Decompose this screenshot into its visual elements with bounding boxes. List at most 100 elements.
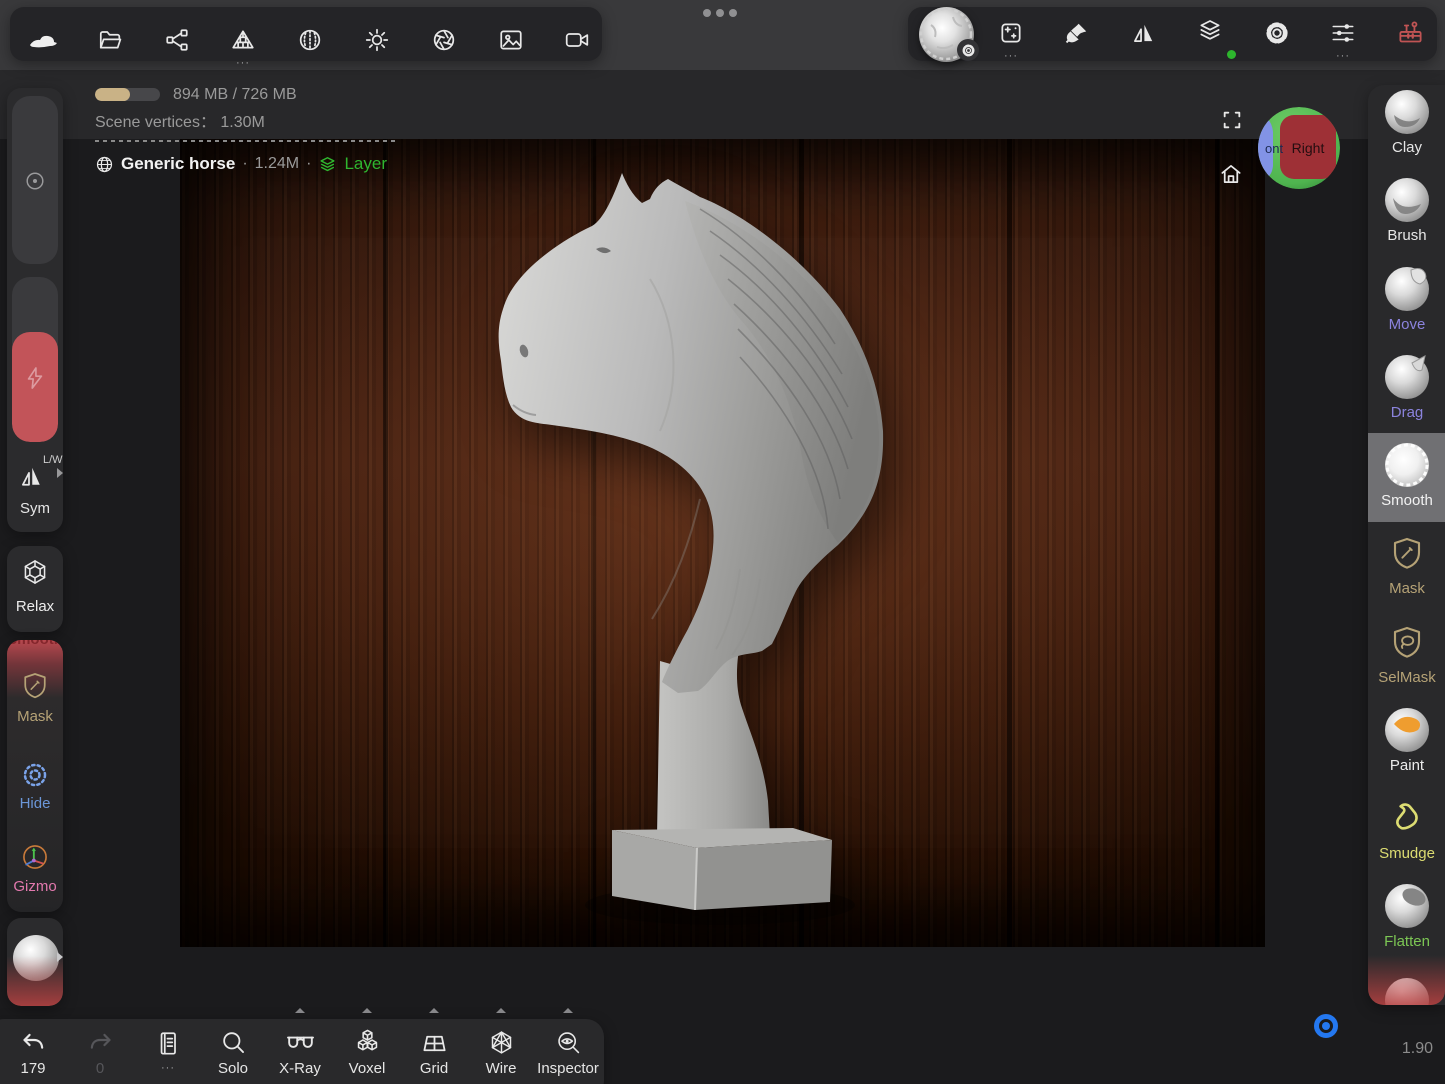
topology-more-indicator: ··· [229, 57, 257, 69]
wireframe-hexagon-icon[interactable] [487, 1028, 515, 1056]
layers-icon[interactable] [1196, 17, 1224, 45]
tool-drag[interactable] [1385, 355, 1429, 399]
solo-label[interactable]: Solo [218, 1060, 248, 1077]
mask-shortcut-label: Mask [17, 708, 53, 725]
scene-vertices-value: 1.30M [220, 114, 264, 131]
painting-brush-icon[interactable] [1063, 19, 1091, 47]
tool-selmask[interactable] [1390, 626, 1424, 662]
tool-brush-label[interactable]: Brush [1387, 227, 1426, 244]
tool-smudge[interactable] [1388, 797, 1426, 837]
meta-sep: · [306, 155, 311, 173]
layers-active-badge [1227, 50, 1236, 59]
nomad-logo-icon[interactable] [26, 27, 60, 55]
memory-usage-text: 894 MB / 726 MB [173, 86, 297, 104]
interface-sliders-icon[interactable] [1329, 19, 1357, 47]
undo-count: 179 [20, 1060, 45, 1077]
tool-smudge-label[interactable]: Smudge [1379, 845, 1435, 862]
top-left-toolbar: ··· [10, 7, 602, 61]
debug-toolbox-icon[interactable] [1396, 18, 1424, 46]
xray-glasses-icon[interactable] [284, 1030, 316, 1056]
history-more-indicator: ··· [154, 1062, 182, 1074]
tool-mask-label[interactable]: Mask [1389, 580, 1425, 597]
brush-preview-sphere-button[interactable] [919, 7, 974, 62]
topology-pyramid-icon[interactable] [229, 26, 257, 54]
lighting-sun-icon[interactable] [363, 26, 391, 54]
material-expand-arrow[interactable] [57, 952, 63, 962]
xray-label[interactable]: X-Ray [279, 1060, 321, 1077]
voxel-cubes-icon[interactable] [352, 1027, 382, 1057]
lightning-bolt-icon [24, 365, 46, 391]
intensity-slider[interactable] [12, 277, 58, 442]
smooth-shortcut-clipped[interactable]: Smooth [7, 640, 63, 648]
gizmo-shortcut-label: Gizmo [13, 878, 56, 895]
layer-icon [318, 155, 337, 174]
tool-mask[interactable] [1390, 537, 1424, 573]
sliders-more-indicator: ··· [1329, 50, 1357, 62]
tool-brush[interactable] [1385, 178, 1429, 222]
tool-smooth-label[interactable]: Smooth [1381, 492, 1433, 509]
material-sphere-icon[interactable] [296, 26, 324, 54]
wire-label[interactable]: Wire [486, 1060, 517, 1077]
tool-flatten[interactable] [1385, 884, 1429, 928]
fullscreen-icon[interactable] [1220, 108, 1244, 132]
nav-front-label: ont [1265, 141, 1283, 156]
left-slider-panel: L/W Sym [7, 88, 63, 532]
voxel-caret[interactable] [362, 1008, 372, 1013]
right-list-scroll-glow [1368, 955, 1445, 1005]
scene-vertices-row: Scene vertices： 1.30M [95, 108, 265, 132]
grid-label[interactable]: Grid [420, 1060, 448, 1077]
tool-clay[interactable] [1385, 90, 1429, 134]
undo-icon[interactable] [19, 1030, 47, 1058]
tool-move-label[interactable]: Move [1389, 316, 1426, 333]
tool-flatten-label[interactable]: Flatten [1384, 933, 1430, 950]
symmetry-toggle-icon[interactable] [15, 460, 47, 492]
meta-sep: · [242, 155, 247, 173]
hide-dotted-icon[interactable] [20, 760, 50, 790]
sym-expand-arrow[interactable] [57, 468, 63, 478]
inspector-eye-magnifier-icon[interactable] [554, 1028, 582, 1056]
tool-paint[interactable] [1385, 708, 1429, 752]
stroke-settings-icon[interactable] [997, 19, 1025, 47]
tool-clay-label[interactable]: Clay [1392, 139, 1422, 156]
settings-gear-icon[interactable] [1263, 19, 1291, 47]
camera-icon[interactable] [563, 26, 591, 54]
snap-cursor-indicator[interactable] [1314, 1014, 1338, 1038]
tool-paint-label[interactable]: Paint [1390, 757, 1424, 774]
inspector-caret[interactable] [563, 1008, 573, 1013]
tool-selmask-label[interactable]: SelMask [1378, 669, 1436, 686]
inspector-label[interactable]: Inspector [537, 1060, 599, 1077]
symmetry-mirror-icon[interactable] [1129, 19, 1157, 47]
redo-count: 0 [96, 1060, 104, 1077]
redo-icon[interactable] [86, 1030, 114, 1058]
xray-caret[interactable] [295, 1008, 305, 1013]
object-list-separator [95, 140, 395, 142]
tool-smooth[interactable] [1385, 443, 1429, 487]
sculpt-viewport[interactable] [180, 139, 1265, 947]
files-folder-icon[interactable] [96, 26, 124, 54]
relax-shortcut[interactable]: Relax [7, 546, 63, 632]
horse-bust-model [180, 139, 1265, 947]
background-image-icon[interactable] [497, 26, 525, 54]
material-preview-panel[interactable] [7, 918, 63, 1006]
history-notebook-icon[interactable] [154, 1029, 182, 1059]
wire-caret[interactable] [496, 1008, 506, 1013]
scene-graph-icon[interactable] [163, 26, 191, 54]
object-row[interactable]: Generic horse · 1.24M · Layer [95, 152, 387, 176]
gizmo-axes-icon[interactable] [21, 843, 49, 871]
tool-move[interactable] [1385, 267, 1429, 311]
left-shortcut-list: Smooth Mask Hide Gizmo [7, 640, 63, 912]
home-view-icon[interactable] [1217, 160, 1245, 188]
solo-magnifier-icon[interactable] [219, 1028, 247, 1056]
brush-gear-badge-icon[interactable] [957, 39, 979, 61]
sym-label: Sym [20, 500, 50, 517]
orientation-nav-sphere[interactable]: ont Right [1257, 106, 1341, 190]
postprocess-aperture-icon[interactable] [430, 26, 458, 54]
nomad-sculpt-app: ··· ··· [0, 0, 1445, 1084]
radius-slider[interactable] [12, 96, 58, 264]
mask-shield-icon[interactable] [22, 672, 48, 702]
grid-caret[interactable] [429, 1008, 439, 1013]
voxel-label[interactable]: Voxel [349, 1060, 386, 1077]
grid-icon[interactable] [420, 1029, 448, 1057]
stroke-more-indicator: ··· [997, 50, 1025, 62]
tool-drag-label[interactable]: Drag [1391, 404, 1424, 421]
